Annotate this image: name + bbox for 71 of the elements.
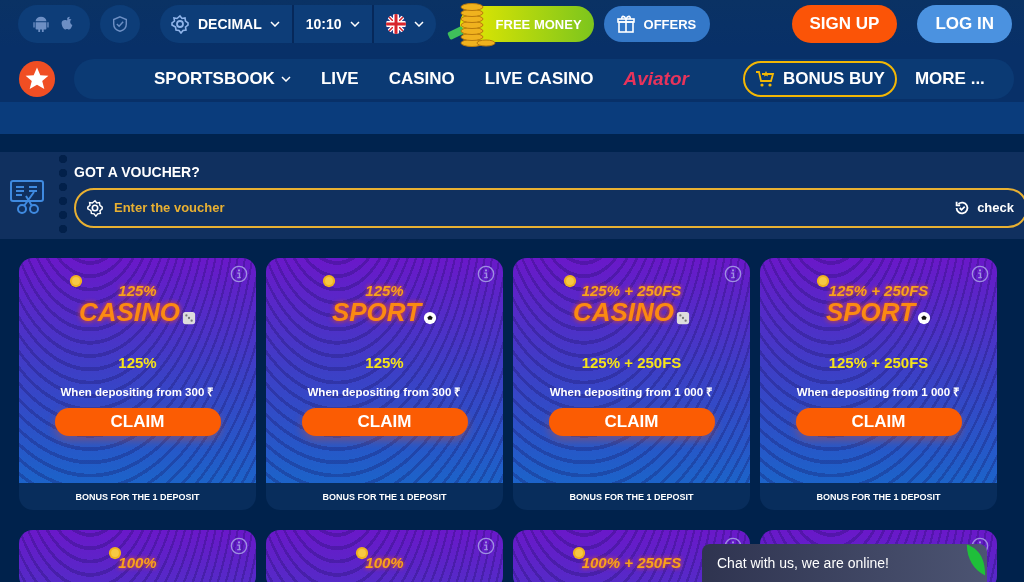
bonus-footer: BONUS FOR THE 1 DEPOSIT (513, 483, 750, 510)
nav-link[interactable]: LIVE CASINO (472, 61, 606, 97)
bonus-art-title: 100% (365, 554, 404, 571)
coin-icon (68, 274, 83, 288)
dice-icon (676, 311, 691, 325)
bonus-amount: 125% (118, 354, 157, 371)
info-icon[interactable] (477, 265, 495, 283)
coin-icon (562, 274, 577, 288)
bonus-amount: 125% + 250FS (828, 354, 929, 371)
bonus-art-title: 100% (118, 554, 157, 571)
gift-icon (615, 14, 636, 34)
bonus-art-title: 125% + 250FS (581, 282, 682, 299)
bonus-footer: BONUS FOR THE 1 DEPOSIT (266, 483, 503, 510)
gear-icon (170, 14, 190, 34)
info-icon[interactable] (477, 537, 495, 555)
time-dropdown[interactable]: 10:10 (293, 5, 374, 43)
bonus-art-title: 100% + 250FS (581, 554, 682, 571)
info-icon[interactable] (230, 265, 248, 283)
cart-star-icon (754, 69, 775, 89)
uk-flag-icon (385, 14, 406, 34)
coin-icon (321, 274, 336, 288)
caret-icon (269, 21, 280, 27)
caret-icon (349, 21, 360, 27)
caret-icon (413, 21, 424, 27)
gear-icon (86, 198, 104, 217)
bonus-art-title: CASINO (78, 299, 181, 325)
chat-popup[interactable]: Chat with us, we are online! (702, 544, 987, 582)
coin-icon (815, 274, 830, 288)
soccer-ball-icon (423, 311, 438, 325)
info-icon[interactable] (971, 265, 989, 283)
bonus-art-title: SPORT (331, 299, 422, 325)
nav-link[interactable]: LIVE (308, 61, 371, 97)
leaf-icon (965, 544, 987, 576)
bonus-art-title: SPORT (825, 299, 916, 325)
coin-icon (108, 546, 123, 560)
deposit-condition: When depositing from 300 ₹ (307, 385, 462, 399)
bonus-buy-button[interactable]: BONUS BUY (742, 61, 897, 97)
voucher-title: GOT A VOUCHER? (74, 163, 201, 180)
voucher-input-field[interactable]: Enter the voucher check (74, 187, 1024, 228)
bonus-amount: 125% (365, 354, 404, 371)
deposit-condition: When depositing from 1 000 ₹ (549, 385, 714, 399)
android-icon[interactable] (32, 15, 50, 33)
star-logo-icon[interactable] (18, 60, 56, 98)
bonus-footer: BONUS FOR THE 1 DEPOSIT (19, 483, 256, 510)
bonus-art-title: CASINO (572, 299, 675, 325)
security-pill[interactable] (100, 5, 140, 43)
bonus-art-title: 125% (118, 282, 157, 299)
language-dropdown[interactable] (373, 5, 436, 43)
info-icon[interactable] (724, 265, 742, 283)
nav-dropdown[interactable]: SPORTSBOOK (142, 61, 303, 97)
bonus-footer: BONUS FOR THE 1 DEPOSIT (760, 483, 997, 510)
shield-check-icon (111, 15, 129, 33)
deposit-condition: When depositing from 1 000 ₹ (796, 385, 961, 399)
caret-icon (280, 76, 291, 82)
chat-message: Chat with us, we are online! (717, 555, 889, 571)
nav-link[interactable]: CASINO (376, 61, 467, 97)
deposit-condition: When depositing from 300 ₹ (60, 385, 215, 399)
info-icon[interactable] (230, 537, 248, 555)
bonus-art-title: 125% (365, 282, 404, 299)
odds-format-dropdown[interactable]: DECIMAL (160, 5, 294, 43)
bonus-amount: 125% + 250FS (581, 354, 682, 371)
soccer-ball-icon (917, 311, 932, 325)
dice-icon (182, 311, 197, 325)
nav-link[interactable]: MORE ... (902, 61, 997, 97)
coin-icon (355, 546, 370, 560)
coin-stack-icon (445, 0, 496, 49)
bonus-art-title: 125% + 250FS (828, 282, 929, 299)
offers-button[interactable]: OFFERS (603, 6, 711, 42)
app-download-pill[interactable] (18, 5, 90, 43)
check-button[interactable]: check (941, 198, 1024, 217)
coin-icon (571, 546, 586, 560)
